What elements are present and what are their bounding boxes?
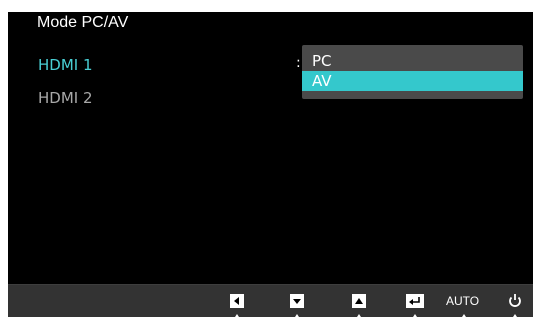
value-separator: :: [296, 55, 301, 71]
power-icon: [509, 294, 521, 307]
down-arrow-icon: [293, 299, 301, 304]
enter-key[interactable]: [406, 294, 424, 308]
option-pc[interactable]: PC: [302, 51, 523, 71]
osd-panel: Mode PC/AV HDMI 1 HDMI 2 : PC AV AUTO: [8, 12, 533, 320]
menu-item-hdmi-2[interactable]: HDMI 2: [38, 88, 93, 108]
left-arrow-icon: [234, 297, 239, 305]
key-indicator: [233, 314, 241, 320]
left-key[interactable]: [230, 294, 244, 308]
up-key[interactable]: [352, 294, 366, 308]
power-key[interactable]: [506, 291, 524, 309]
key-indicator: [411, 314, 419, 320]
key-indicator: [460, 314, 468, 320]
control-bar: AUTO: [8, 284, 533, 320]
key-indicator: [293, 314, 301, 320]
key-indicator: [511, 314, 519, 320]
down-key[interactable]: [290, 294, 304, 308]
enter-icon: [409, 297, 420, 305]
key-indicator: [355, 314, 363, 320]
menu-item-hdmi-1[interactable]: HDMI 1: [38, 55, 93, 75]
option-av-selected[interactable]: AV: [302, 71, 523, 91]
up-arrow-icon: [355, 298, 363, 304]
menu-title: Mode PC/AV: [37, 14, 129, 31]
auto-key[interactable]: AUTO: [446, 293, 479, 309]
mode-dropdown[interactable]: PC AV: [302, 45, 523, 99]
